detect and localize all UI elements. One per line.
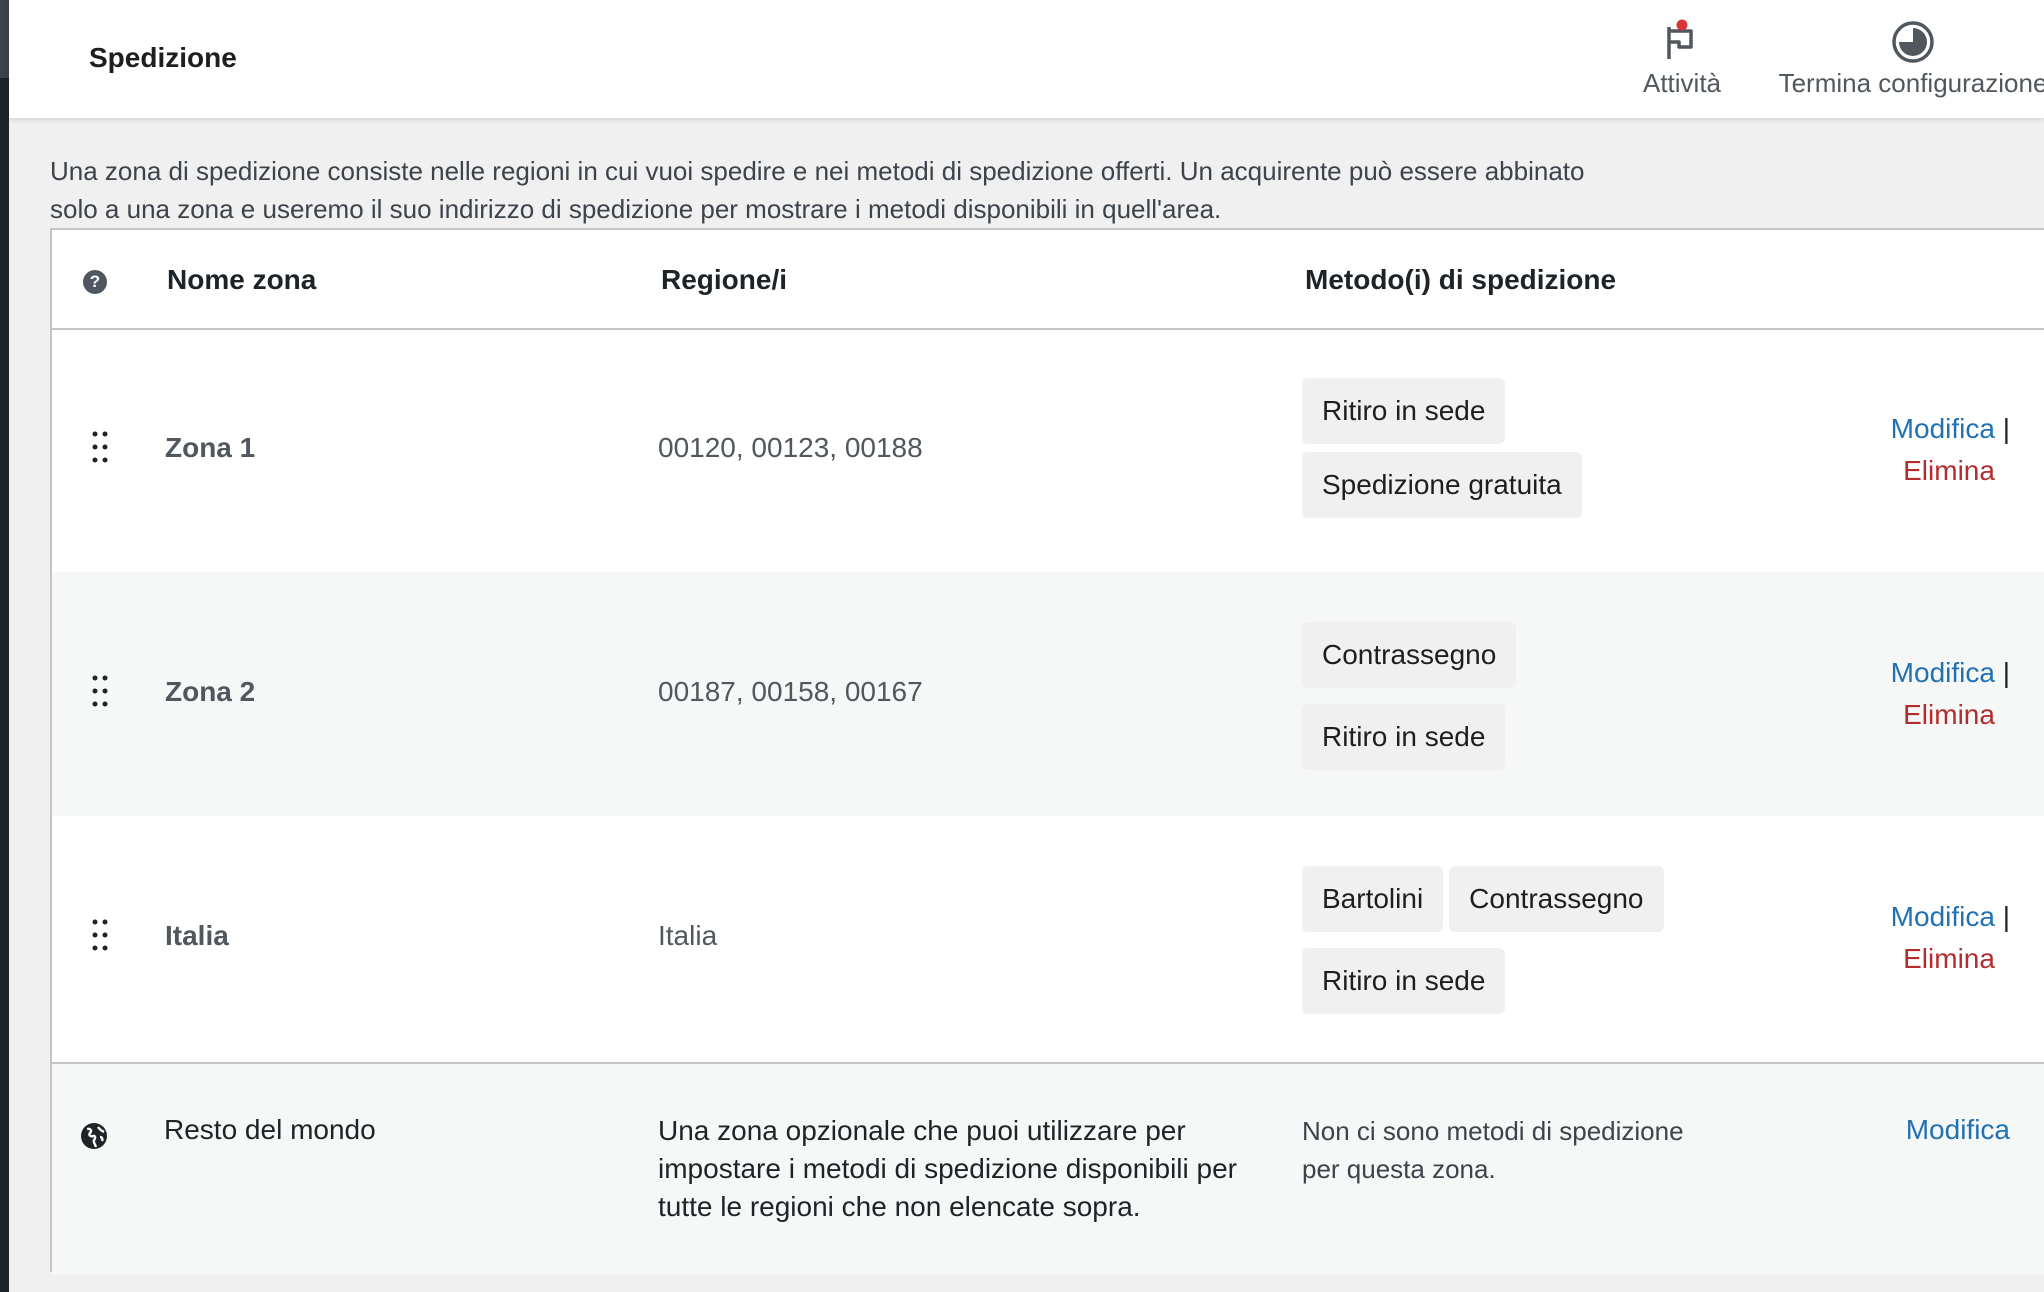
shipping-method-chip[interactable]: Spedizione gratuita xyxy=(1302,452,1582,518)
row-actions: Modifica | Elimina | xyxy=(1710,652,2010,736)
column-header-methods: Metodo(i) di spedizione xyxy=(1305,264,1617,295)
shipping-method-chip[interactable]: Ritiro in sede xyxy=(1302,704,1506,770)
column-header-zone-name: Nome zona xyxy=(167,264,317,295)
zone-regions: 00120, 00123, 00188 xyxy=(658,432,923,463)
table-row: Zona 2 00187, 00158, 00167 Contrassegno … xyxy=(52,572,2044,816)
shipping-method-chip[interactable]: Ritiro in sede xyxy=(1302,378,1506,444)
action-separator: | xyxy=(2002,657,2010,688)
zone-name: Resto del mondo xyxy=(164,1114,376,1145)
edit-zone-link[interactable]: Modifica xyxy=(1906,1114,2010,1146)
shipping-method-chip[interactable]: Contrassegno xyxy=(1449,866,1664,932)
zone-methods: Bartolini Contrassegno Ritiro in sede xyxy=(1302,866,1722,1014)
finish-setup-button[interactable]: Termina configurazione xyxy=(1753,16,2044,99)
shipping-method-chip[interactable]: Contrassegno xyxy=(1302,622,1517,688)
action-separator: | xyxy=(2002,413,2010,444)
drag-handle-icon[interactable] xyxy=(90,674,110,708)
table-row: Italia Italia Bartolini Contrassegno Rit… xyxy=(52,816,2044,1060)
table-row: Zona 1 00120, 00123, 00188 Ritiro in sed… xyxy=(52,328,2044,572)
zone-description: Una zona opzionale che puoi utilizzare p… xyxy=(658,1115,1237,1222)
help-icon[interactable]: ? xyxy=(83,270,107,294)
activity-button[interactable]: Attività xyxy=(1617,16,1747,99)
table-header: ? Nome zona Regione/i Metodo(i) di spedi… xyxy=(52,230,2044,330)
finish-setup-label: Termina configurazione xyxy=(1778,68,2044,98)
shipping-method-chip[interactable]: Bartolini xyxy=(1302,866,1444,932)
rest-of-world-row: Resto del mondo Una zona opzionale che p… xyxy=(52,1062,2044,1274)
edit-zone-link[interactable]: Modifica xyxy=(1891,413,1995,444)
shipping-zones-table: ? Nome zona Regione/i Metodo(i) di spedi… xyxy=(50,228,2044,1274)
delete-zone-link[interactable]: Elimina xyxy=(1903,699,1995,730)
zone-name[interactable]: Zona 2 xyxy=(165,676,255,708)
progress-circle-icon xyxy=(1892,21,1934,63)
no-methods-text: Non ci sono metodi di spedizione per que… xyxy=(1302,1116,1684,1184)
column-header-regions: Regione/i xyxy=(661,264,788,295)
top-bar: Spedizione Attività Termina configurazio… xyxy=(9,0,2044,118)
zone-regions: 00187, 00158, 00167 xyxy=(658,676,923,707)
flag-icon xyxy=(1667,19,1693,59)
action-separator: | xyxy=(2002,901,2010,932)
delete-zone-link[interactable]: Elimina xyxy=(1903,943,1995,974)
page-title: Spedizione xyxy=(89,42,237,73)
globe-icon xyxy=(81,1123,107,1149)
zone-name[interactable]: Zona 1 xyxy=(165,432,255,464)
admin-sidebar-edge xyxy=(0,0,9,1292)
zone-methods: Ritiro in sede Spedizione gratuita xyxy=(1302,378,1722,518)
edit-zone-link[interactable]: Modifica xyxy=(1891,901,1995,932)
activity-label: Attività xyxy=(1642,68,1722,98)
row-actions: Modifica | Elimina | xyxy=(1710,408,2010,492)
drag-handle-icon[interactable] xyxy=(90,918,110,952)
zone-name[interactable]: Italia xyxy=(165,920,229,952)
zone-methods: Contrassegno Ritiro in sede xyxy=(1302,622,1722,770)
notification-dot xyxy=(1676,19,1688,31)
shipping-method-chip[interactable]: Ritiro in sede xyxy=(1302,948,1506,1014)
edit-zone-link[interactable]: Modifica xyxy=(1891,657,1995,688)
zone-regions: Italia xyxy=(658,920,718,951)
intro-text: Una zona di spedizione consiste nelle re… xyxy=(50,156,1585,224)
row-actions: Modifica | Elimina | xyxy=(1710,896,2010,980)
delete-zone-link[interactable]: Elimina xyxy=(1903,455,1995,486)
drag-handle-icon[interactable] xyxy=(90,430,110,464)
